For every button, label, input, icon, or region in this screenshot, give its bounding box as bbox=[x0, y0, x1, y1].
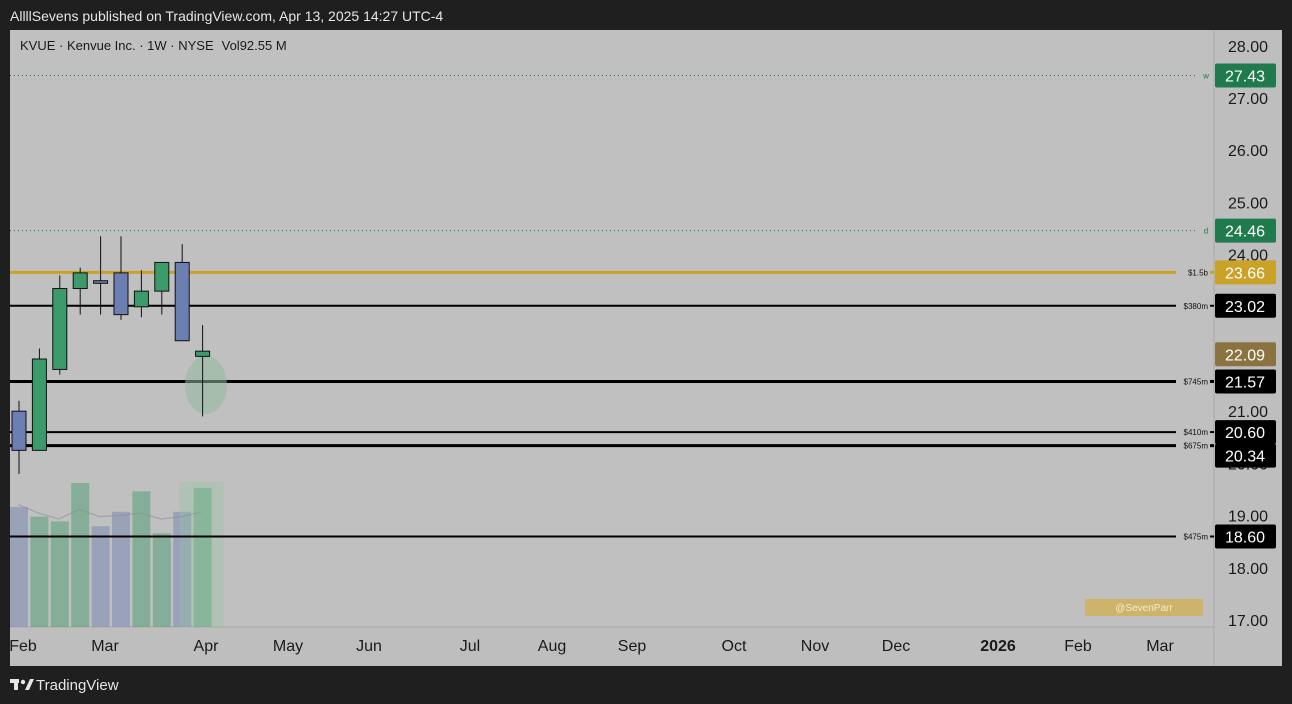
volume-label: Vol bbox=[222, 38, 240, 53]
price-tag-label: 23.66 bbox=[1225, 265, 1265, 282]
volume-bar bbox=[71, 483, 90, 627]
level-label: $1.5b bbox=[1188, 268, 1209, 277]
price-tick-label: 21.00 bbox=[1228, 404, 1268, 421]
volume-bar bbox=[30, 516, 49, 627]
candle-body bbox=[174, 261, 190, 342]
footer bbox=[0, 666, 1292, 704]
time-axis[interactable]: Feb Mar Apr May Jun Jul Aug Sep Oct Nov Dec 2026 Feb… bbox=[9, 638, 1174, 655]
price-tag-label: 22.09 bbox=[1225, 347, 1265, 364]
time-tick-label: Jun bbox=[356, 638, 382, 655]
candle-body bbox=[72, 272, 88, 290]
volume-value: 92.55 M bbox=[240, 38, 287, 53]
price-tag-label: 24.46 bbox=[1225, 224, 1265, 241]
time-tick-label: Aug bbox=[538, 638, 566, 655]
candle-body bbox=[195, 350, 211, 357]
level-label: $380m bbox=[1184, 302, 1209, 311]
volume-bar bbox=[132, 491, 151, 627]
watermark-text: @SevenParr bbox=[1115, 603, 1173, 614]
time-tick-label: Oct bbox=[722, 638, 747, 655]
level-label: $475m bbox=[1184, 532, 1209, 541]
time-tick-label: May bbox=[273, 638, 303, 655]
time-tick-label: Jul bbox=[460, 638, 480, 655]
price-tick-label: 28.00 bbox=[1228, 39, 1268, 56]
time-tick-label: Mar bbox=[91, 638, 119, 655]
price-tag-label: 21.57 bbox=[1225, 374, 1265, 391]
highlight-ellipse bbox=[185, 356, 227, 414]
tradingview-logo-icon[interactable] bbox=[10, 676, 34, 694]
symbol-legend[interactable]: KVUE · Kenvue Inc. · 1W · NYSE Vol92.55 M bbox=[20, 38, 287, 53]
candle-body bbox=[11, 410, 27, 451]
time-tick-label: Feb bbox=[10, 638, 37, 655]
level-label: $675m bbox=[1184, 442, 1209, 451]
time-tick-label: Apr bbox=[194, 638, 220, 655]
symbol-line: KVUE · Kenvue Inc. · 1W · NYSE bbox=[20, 38, 214, 53]
time-tick-label: Sep bbox=[618, 638, 647, 655]
candle-body bbox=[31, 358, 47, 451]
price-tick-label: 25.00 bbox=[1228, 195, 1268, 212]
price-tick-label: 19.00 bbox=[1228, 509, 1268, 526]
volume-bar bbox=[10, 507, 28, 627]
level-label: $410m bbox=[1184, 428, 1209, 437]
price-tags-layer: 27.43 24.46 23.66 23.02 22.09 21.57 20.60 20.34… bbox=[1215, 63, 1276, 549]
price-tick-label: 18.00 bbox=[1228, 561, 1268, 578]
level-marker: d bbox=[1204, 227, 1208, 236]
price-tag-label: 18.60 bbox=[1225, 529, 1265, 546]
price-tag-label: 27.43 bbox=[1225, 69, 1265, 86]
price-tag-label: 20.60 bbox=[1225, 425, 1265, 442]
candle-body bbox=[133, 290, 149, 308]
volume-bar bbox=[112, 511, 130, 627]
price-tick-label: 26.00 bbox=[1228, 143, 1268, 160]
chart-frame[interactable]: w d $1.5b $380m $745m $410m $675m $475m 17.00 18… bbox=[9, 30, 1282, 666]
time-tick-label: Nov bbox=[801, 638, 829, 655]
publish-header: AllllSevens published on TradingView.com… bbox=[0, 0, 1292, 30]
price-tick-label: 17.00 bbox=[1228, 613, 1268, 630]
level-label: $745m bbox=[1184, 377, 1209, 386]
volume-highlight bbox=[179, 482, 224, 627]
candlestick-chart[interactable]: w d $1.5b $380m $745m $410m $675m $475m 17.00 18… bbox=[9, 30, 1282, 666]
candle-body bbox=[113, 272, 129, 316]
candle-body bbox=[52, 288, 68, 370]
candle-body bbox=[93, 280, 109, 284]
publish-line: AllllSevens published on TradingView.com… bbox=[10, 8, 444, 24]
level-marker: w bbox=[1202, 72, 1209, 81]
volume-bar bbox=[91, 526, 110, 627]
time-tick-label: Feb bbox=[1064, 638, 1092, 655]
time-tick-label: 2026 bbox=[980, 638, 1016, 655]
tradingview-brand[interactable]: TradingView bbox=[36, 677, 119, 694]
price-tag-label: 20.34 bbox=[1225, 449, 1265, 466]
price-tick-label: 27.00 bbox=[1228, 91, 1268, 108]
volume-bar bbox=[152, 533, 171, 627]
time-tick-label: Dec bbox=[882, 638, 910, 655]
time-tick-label: Mar bbox=[1146, 638, 1174, 655]
price-tag-label: 23.02 bbox=[1225, 299, 1265, 316]
candle-body bbox=[154, 261, 170, 292]
